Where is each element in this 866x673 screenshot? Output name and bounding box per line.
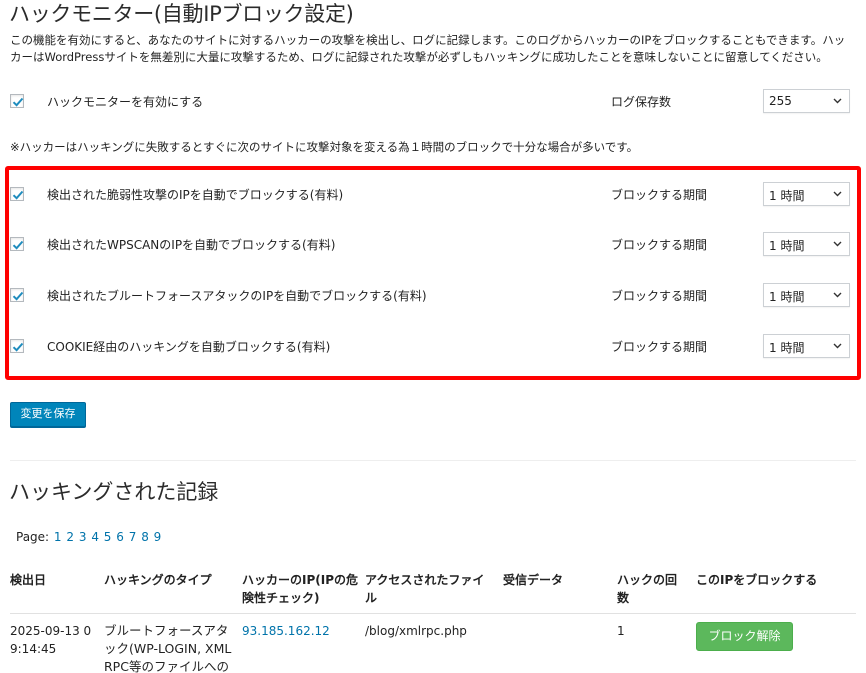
cell-date-line-2: 9:14:45 [10,642,57,656]
block-period-label: ブロックする期間 [611,289,708,303]
table-header-divider [10,613,856,614]
cell-type: ブルートフォースアタ ック(WP-LOGIN, XML RPC等のファイルへの [104,622,231,673]
page-title: ハックモニター(自動IPブロック設定) [9,2,354,26]
header-ip-line-1: ハッカーのIP(IPの危 [242,573,359,587]
auto-block-vulnerability-row: 検出された脆弱性攻撃のIPを自動でブロックする(有料) ブロックする期間 1 時… [10,182,856,206]
header-block: このIPをブロックする [696,573,818,587]
cell-date: 2025-09-13 0 9:14:45 [10,622,91,658]
auto-block-bruteforce-row: 検出されたブルートフォースアタックのIPを自動でブロックする(有料) ブロックす… [10,283,856,307]
block-period-label: ブロックする期間 [611,238,708,252]
checkmark-icon [12,291,24,301]
page-link-6[interactable]: 6 [116,530,124,544]
page-link-7[interactable]: 7 [129,530,137,544]
header-ip-line-2: 険性チェック) [242,591,320,605]
header-type: ハッキングのタイプ [104,573,212,587]
page-link-4[interactable]: 4 [91,530,99,544]
auto-block-wpscan-checkbox[interactable] [10,237,24,251]
block-note: ※ハッカーはハッキングに失敗するとすぐに次のサイトに攻撃対象を変える為１時間のブ… [10,140,639,154]
log-count-value: 255 [769,94,792,108]
section-divider [10,460,856,461]
enable-hack-monitor-checkbox[interactable] [10,94,24,108]
chevron-down-icon [833,292,842,298]
save-changes-button[interactable]: 変更を保存 [10,402,86,427]
log-count-select[interactable]: 255 [763,89,850,113]
enable-hack-monitor-row: ハックモニターを有効にする ログ保存数 255 [10,89,856,113]
cell-date-line-1: 2025-09-13 0 [10,624,92,638]
page-link-1[interactable]: 1 [54,530,62,544]
page-link-9[interactable]: 9 [154,530,162,544]
auto-block-wpscan-label: 検出されたWPSCANのIPを自動でブロックする(有料) [47,238,336,252]
block-period-value: 1 時間 [769,341,805,355]
hack-monitor-page: ハックモニター(自動IPブロック設定) この機能を有効にすると、あなたのサイトに… [0,0,866,673]
header-ip: ハッカーのIP(IPの危 険性チェック) [242,571,358,607]
cell-type-line-3: RPC等のファイルへの [104,659,229,673]
header-count: ハックの回 数 [617,571,677,607]
page-link-8[interactable]: 8 [141,530,149,544]
block-period-select[interactable]: 1 時間 [763,182,850,206]
checkmark-icon [12,342,24,352]
log-count-label: ログ保存数 [611,95,672,109]
cell-type-line-2: ック(WP-LOGIN, XML [104,641,232,656]
cell-type-line-1: ブルートフォースアタ [104,623,229,638]
pagination: Page: 1 2 3 4 5 6 7 8 9 [16,530,161,544]
auto-block-cookie-checkbox[interactable] [10,339,24,353]
page-link-2[interactable]: 2 [66,530,74,544]
chevron-down-icon [833,241,842,247]
enable-hack-monitor-label: ハックモニターを有効にする [47,95,204,109]
header-file-line-2: ル [365,591,378,605]
cell-count: 1 [617,624,625,638]
chevron-down-icon [833,98,842,104]
block-period-value: 1 時間 [769,239,805,253]
checkmark-icon [12,240,24,250]
block-period-label: ブロックする期間 [611,188,708,202]
cell-file: /blog/xmlrpc.php [365,624,467,638]
checkmark-icon [12,190,24,200]
chevron-down-icon [833,191,842,197]
auto-block-cookie-row: COOKIE経由のハッキングを自動ブロックする(有料) ブロックする期間 1 時… [10,334,856,358]
pagination-label: Page: [16,530,50,544]
header-count-line-2: 数 [617,591,630,605]
block-period-select[interactable]: 1 時間 [763,232,850,256]
cell-ip-link[interactable]: 93.185.162.12 [242,622,330,640]
auto-block-vulnerability-label: 検出された脆弱性攻撃のIPを自動でブロックする(有料) [47,188,344,202]
block-period-value: 1 時間 [769,189,805,203]
chevron-down-icon [833,343,842,349]
header-count-line-1: ハックの回 [617,573,678,587]
page-description: この機能を有効にすると、あなたのサイトに対するハッカーの攻撃を検出し、ログに記録… [10,33,846,64]
header-file: アクセスされたファイ ル [365,571,484,607]
block-period-label: ブロックする期間 [611,340,708,354]
block-period-select[interactable]: 1 時間 [763,334,850,358]
header-received-data: 受信データ [503,573,564,587]
page-link-5[interactable]: 5 [104,530,112,544]
page-link-3[interactable]: 3 [79,530,87,544]
auto-block-bruteforce-checkbox[interactable] [10,288,24,302]
checkmark-icon [12,97,24,107]
auto-block-bruteforce-label: 検出されたブルートフォースアタックのIPを自動でブロックする(有料) [47,289,427,303]
records-title: ハッキングされた記録 [9,480,219,504]
header-file-line-1: アクセスされたファイ [365,573,485,587]
auto-block-cookie-label: COOKIE経由のハッキングを自動ブロックする(有料) [47,340,331,354]
block-period-select[interactable]: 1 時間 [763,283,850,307]
auto-block-vulnerability-checkbox[interactable] [10,187,24,201]
header-date: 検出日 [10,573,47,587]
unblock-button[interactable]: ブロック解除 [696,622,793,651]
auto-block-wpscan-row: 検出されたWPSCANのIPを自動でブロックする(有料) ブロックする期間 1 … [10,232,856,256]
block-period-value: 1 時間 [769,290,805,304]
